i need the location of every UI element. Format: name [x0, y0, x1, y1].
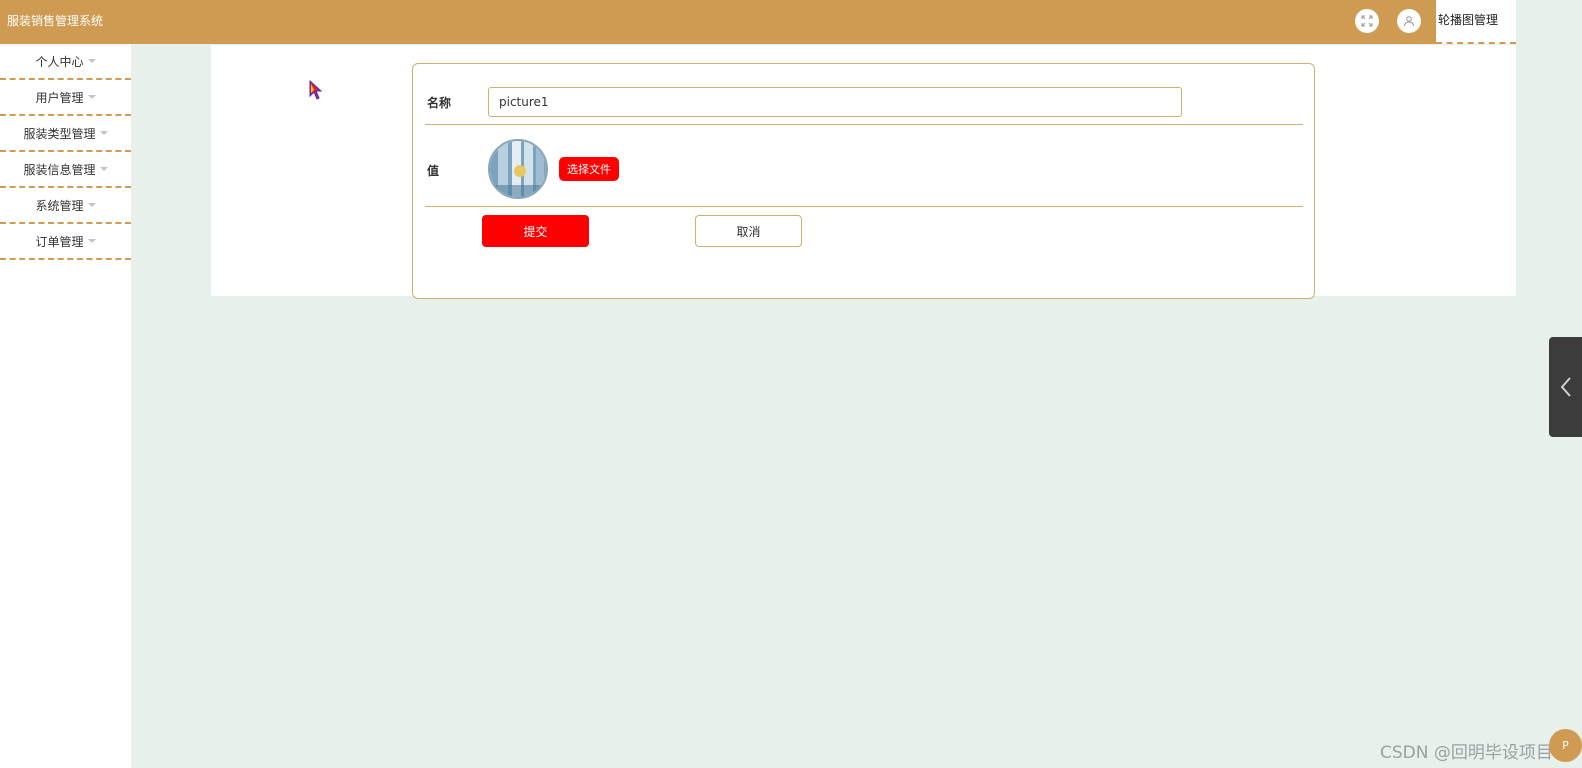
chevron-left-icon: [1560, 377, 1571, 397]
sidebar-item-label: 系统管理: [35, 198, 84, 213]
sidebar-item-user-management[interactable]: 用户管理: [0, 80, 131, 116]
sidebar: 个人中心 用户管理 服装类型管理 服装信息管理 系统管理 订单管理: [0, 44, 131, 768]
side-panel-toggle[interactable]: [1549, 337, 1582, 437]
sidebar-item-label: 服装类型管理: [23, 126, 96, 141]
caret-down-icon: [87, 239, 96, 243]
sidebar-item-system-management[interactable]: 系统管理: [0, 188, 131, 224]
tab-carousel-management[interactable]: 轮播图管理: [1436, 0, 1516, 44]
divider: [425, 124, 1303, 125]
sidebar-item-label: 个人中心: [35, 54, 84, 69]
name-input[interactable]: [488, 87, 1182, 117]
sidebar-item-clothing-type-management[interactable]: 服装类型管理: [0, 116, 131, 152]
caret-down-icon: [99, 167, 108, 171]
caret-down-icon: [87, 203, 96, 207]
cancel-button[interactable]: 取消: [695, 215, 802, 247]
divider: [425, 206, 1303, 207]
sidebar-item-label: 服装信息管理: [23, 162, 96, 177]
sidebar-item-clothing-info-management[interactable]: 服装信息管理: [0, 152, 131, 188]
top-bar: 服装销售管理系统 轮播图管理: [0, 0, 1516, 44]
sidebar-item-label: 订单管理: [35, 234, 84, 249]
sidebar-item-order-management[interactable]: 订单管理: [0, 224, 131, 260]
submit-button[interactable]: 提交: [482, 215, 589, 247]
sidebar-item-personal-center[interactable]: 个人中心: [0, 44, 131, 80]
choose-file-button[interactable]: 选择文件: [559, 157, 619, 181]
carousel-edit-form: 名称 值 选择文件 提交 取消: [412, 63, 1315, 299]
image-preview: [488, 139, 548, 199]
sidebar-item-label: 用户管理: [35, 90, 84, 105]
user-icon[interactable]: [1397, 9, 1421, 33]
caret-down-icon: [87, 59, 96, 63]
caret-down-icon: [87, 95, 96, 99]
value-label: 值: [427, 164, 440, 178]
watermark: CSDN @回明毕设项目: [1380, 743, 1553, 763]
mouse-cursor-icon: [309, 80, 323, 100]
float-badge[interactable]: P: [1549, 729, 1582, 762]
fullscreen-icon[interactable]: [1355, 9, 1379, 33]
name-label: 名称: [427, 96, 452, 110]
app-title: 服装销售管理系统: [7, 14, 104, 28]
caret-down-icon: [99, 131, 108, 135]
